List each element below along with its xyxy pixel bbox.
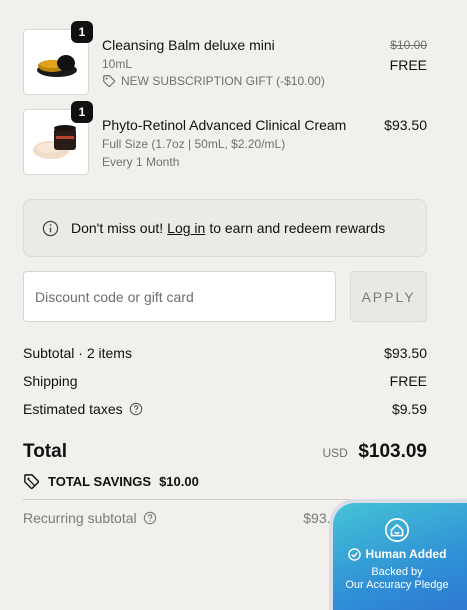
item-price: FREE (389, 57, 427, 73)
quantity-badge: 1 (71, 101, 93, 123)
gift-label: NEW SUBSCRIPTION GIFT (-$10.00) (102, 74, 325, 88)
rewards-banner: Don't miss out! Log in to earn and redee… (23, 199, 427, 257)
subtotal-label: Subtotal · 2 items (23, 345, 132, 361)
total-value: $103.09 (358, 441, 427, 462)
question-circle-icon[interactable] (143, 511, 157, 525)
line-item-cleansing-balm: 1 Cleansing Balm deluxe mini 10mL NEW SU… (23, 21, 427, 95)
item-name: Phyto-Retinol Advanced Clinical Cream (102, 117, 347, 133)
original-price: $10.00 (390, 38, 427, 52)
item-frequency: Every 1 Month (102, 155, 180, 169)
item-name: Cleansing Balm deluxe mini (102, 37, 275, 53)
total-row: Total USD $103.09 (23, 441, 427, 463)
total-label: Total (23, 441, 67, 462)
question-circle-icon[interactable] (129, 402, 143, 416)
item-price: $93.50 (384, 117, 427, 133)
badge-line-2: Our Accuracy Pledge (345, 579, 449, 591)
quantity-badge: 1 (71, 21, 93, 43)
human-added-badge[interactable]: Human Added Backed by Our Accuracy Pledg… (329, 499, 467, 610)
line-item-phyto-retinol: 1 Phyto-Retinol Advanced Clinical Cream … (23, 101, 427, 175)
currency-code: USD (322, 446, 348, 460)
rewards-prefix: Don't miss out! (71, 220, 164, 236)
apply-button[interactable]: APPLY (350, 271, 427, 322)
savings-label: TOTAL SAVINGS (48, 474, 152, 489)
home-icon (333, 517, 461, 543)
badge-line-1: Backed by (371, 566, 423, 578)
tag-icon (24, 474, 40, 490)
item-size: 10mL (102, 57, 133, 71)
shipping-value: FREE (389, 373, 427, 389)
rewards-suffix: to earn and redeem rewards (209, 220, 386, 236)
discount-code-input[interactable] (23, 271, 336, 322)
taxes-value: $9.59 (391, 401, 427, 417)
taxes-label: Estimated taxes (23, 401, 123, 417)
info-icon (42, 220, 59, 237)
item-size: Full Size (1.7oz | 50mL, $2.20/mL) (102, 137, 286, 151)
shipping-row: Shipping FREE (23, 373, 427, 389)
total-savings: TOTAL SAVINGS $10.00 (23, 473, 199, 490)
login-link[interactable]: Log in (167, 220, 205, 236)
tag-icon (103, 75, 116, 88)
shipping-label: Shipping (23, 373, 78, 389)
check-circle-icon (347, 547, 361, 561)
subtotal-value: $93.50 (384, 345, 427, 361)
savings-value: $10.00 (159, 474, 199, 489)
taxes-row: Estimated taxes $9.59 (23, 401, 427, 417)
gift-label-text: NEW SUBSCRIPTION GIFT (-$10.00) (121, 74, 325, 88)
recurring-label: Recurring subtotal (23, 510, 137, 526)
subtotal-row: Subtotal · 2 items $93.50 (23, 345, 427, 361)
badge-title: Human Added (365, 547, 447, 561)
